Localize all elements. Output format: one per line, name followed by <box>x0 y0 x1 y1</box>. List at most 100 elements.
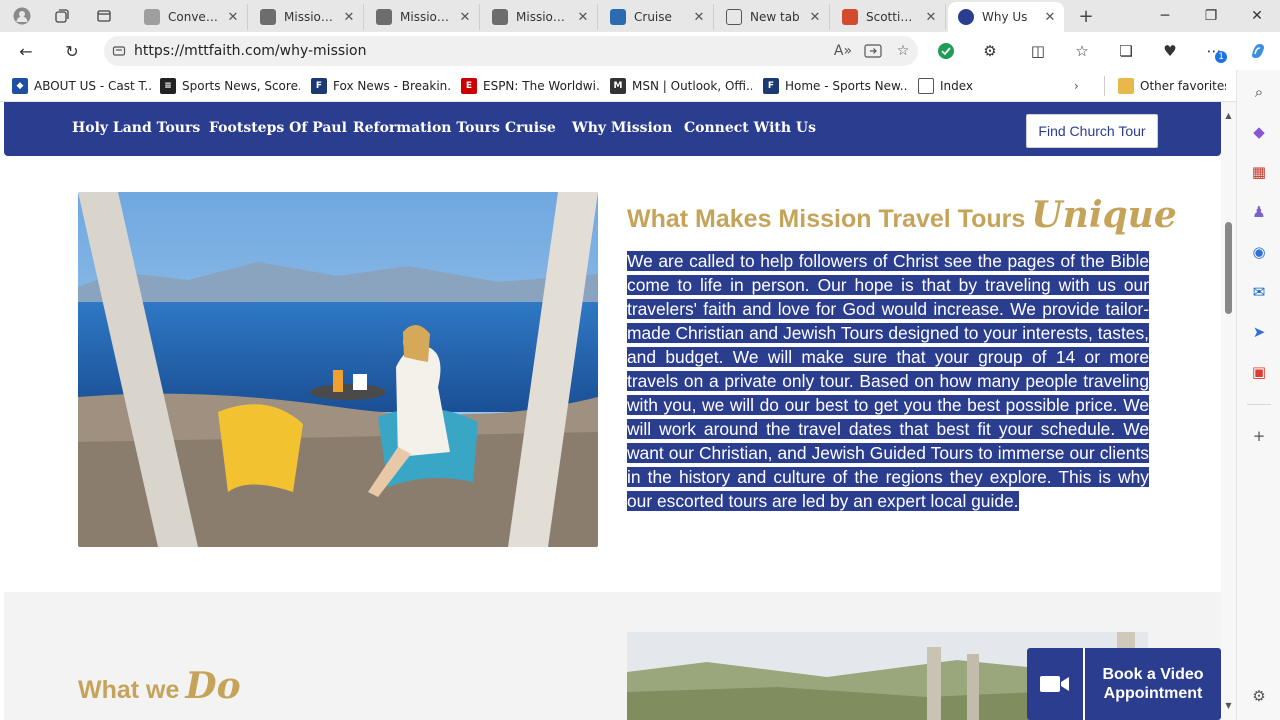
tab-scottie[interactable]: Scottie Sc ✕ <box>832 4 946 30</box>
close-tab-icon[interactable]: ✕ <box>225 9 241 25</box>
tab-new-tab[interactable]: New tab ✕ <box>716 4 830 30</box>
scrollbar-thumb[interactable] <box>1225 222 1232 314</box>
favorite-about-us[interactable]: ◆ ABOUT US - Cast T... <box>12 76 152 96</box>
tab-title: Cruise <box>634 10 672 24</box>
favorite-label: ESPN: The Worldwi... <box>483 79 601 93</box>
favorite-msn[interactable]: M MSN | Outlook, Offi... <box>610 76 752 96</box>
nav-footsteps-of-paul[interactable]: Footsteps Of Paul <box>209 120 347 136</box>
games-icon[interactable]: ♟ <box>1245 198 1273 226</box>
favorite-label: Sports News, Score... <box>182 79 300 93</box>
video-camera-icon <box>1027 648 1085 720</box>
microsoft-365-icon[interactable]: ◉ <box>1245 238 1273 266</box>
favorite-favicon-icon: F <box>763 78 779 94</box>
collections-icon[interactable]: ❏ <box>1112 37 1140 65</box>
tab-favicon-icon <box>610 9 626 25</box>
new-tab-button[interactable]: + <box>1072 4 1100 28</box>
close-window-icon[interactable]: ✕ <box>1234 0 1280 32</box>
quick-assist-icon[interactable]: ▣ <box>1245 358 1273 386</box>
tab-title: Mission Tra <box>400 10 453 24</box>
restore-icon[interactable]: ❐ <box>1188 0 1234 32</box>
nav-holy-land-tours[interactable]: Holy Land Tours <box>72 120 200 136</box>
favorite-index[interactable]: Index <box>918 76 988 96</box>
edge-sidebar: ⌕ ◆ ▦ ♟ ◉ ✉ ➤ ▣ + ⚙ <box>1236 70 1280 720</box>
tab-favicon-icon <box>958 9 974 25</box>
hero-image <box>78 192 598 547</box>
favorite-favicon-icon: M <box>610 78 626 94</box>
book-video-appointment-button[interactable]: Book a Video Appointment <box>1027 648 1221 720</box>
immersive-reader-icon[interactable] <box>858 38 888 64</box>
search-icon[interactable]: ⌕ <box>1245 78 1273 106</box>
favorite-label: Fox News - Breakin... <box>333 79 451 93</box>
find-church-tour-button[interactable]: Find Church Tour <box>1026 114 1158 148</box>
favorite-sports-news[interactable]: ≡ Sports News, Score... <box>160 76 300 96</box>
profile-icon[interactable] <box>8 4 36 28</box>
headline-script-word: Unique <box>1031 194 1177 236</box>
tab-actions-icon[interactable] <box>90 4 118 28</box>
tab-mission-travel-2[interactable]: Mission Tra ✕ <box>366 4 480 30</box>
tab-title: Scottie Sc <box>866 10 919 24</box>
address-bar[interactable]: https://mttfaith.com/why-mission A» ☆ <box>104 36 918 66</box>
nav-connect-with-us[interactable]: Connect With Us <box>684 120 816 136</box>
tab-title: Mission Tra <box>516 10 571 24</box>
outlook-icon[interactable]: ✉ <box>1245 278 1273 306</box>
tab-mission-travel-1[interactable]: Mission Tra ✕ <box>250 4 364 30</box>
favorite-fox-news[interactable]: F Fox News - Breakin... <box>311 76 451 96</box>
tab-title: Conventions <box>168 10 221 24</box>
favorites-overflow-chevron-icon[interactable]: › <box>1074 76 1090 96</box>
extensions-icon[interactable]: ⚙ <box>976 37 1004 65</box>
page-scrollbar[interactable]: ▲ ▼ <box>1221 102 1236 720</box>
nav-cruise[interactable]: Cruise <box>505 120 556 136</box>
settings-more-icon[interactable]: ⋯ 1 <box>1200 37 1228 65</box>
close-tab-icon[interactable]: ✕ <box>807 9 823 25</box>
shopping-icon[interactable]: ◆ <box>1245 118 1273 146</box>
url-text[interactable]: https://mttfaith.com/why-mission <box>134 43 828 59</box>
copilot-icon[interactable] <box>1244 37 1272 65</box>
other-favorites-label: Other favorites <box>1140 79 1226 93</box>
favorite-espn[interactable]: E ESPN: The Worldwi... <box>461 76 601 96</box>
book-video-appointment-label: Book a Video Appointment <box>1102 666 1204 702</box>
tab-title: Mission Tra <box>284 10 337 24</box>
page-viewport: Holy Land Tours Footsteps Of Paul Reform… <box>0 102 1221 720</box>
favorite-label: Index <box>940 79 974 93</box>
add-sidebar-app-icon[interactable]: + <box>1245 422 1273 450</box>
tab-why-us-active[interactable]: Why Us ✕ <box>948 2 1064 32</box>
favorite-label: ABOUT US - Cast T... <box>34 79 152 93</box>
add-favorite-icon[interactable]: ☆ <box>888 38 918 64</box>
favorites-bar: ◆ ABOUT US - Cast T... ≡ Sports News, Sc… <box>0 70 1280 102</box>
favorites-icon[interactable]: ☆ <box>1068 37 1096 65</box>
scroll-down-icon[interactable]: ▼ <box>1223 700 1234 711</box>
nav-reformation-tours[interactable]: Reformation Tours <box>353 120 500 136</box>
tab-title: New tab <box>750 10 800 24</box>
nav-why-mission[interactable]: Why Mission <box>572 120 672 136</box>
split-screen-icon[interactable]: ◫ <box>1024 37 1052 65</box>
close-tab-icon[interactable]: ✕ <box>457 9 473 25</box>
close-tab-icon[interactable]: ✕ <box>1042 9 1058 25</box>
section2-script-word: Do <box>185 665 241 707</box>
tools-icon[interactable]: ▦ <box>1245 158 1273 186</box>
tab-favicon-icon <box>842 9 858 25</box>
browser-essentials-icon[interactable] <box>932 37 960 65</box>
tab-cruise[interactable]: Cruise ✕ <box>600 4 714 30</box>
favorite-home-sports[interactable]: F Home - Sports New... <box>763 76 908 96</box>
back-icon[interactable]: ← <box>12 37 40 65</box>
section2-title-text: What we <box>78 676 180 704</box>
drop-icon[interactable]: ➤ <box>1245 318 1273 346</box>
tab-conventions[interactable]: Conventions ✕ <box>134 4 248 30</box>
scroll-up-icon[interactable]: ▲ <box>1223 110 1234 121</box>
section-headline: What Makes Mission Travel Tours Unique <box>627 194 1177 236</box>
close-tab-icon[interactable]: ✕ <box>575 9 591 25</box>
workspaces-icon[interactable] <box>48 4 76 28</box>
browser-toolbar: ← ↻ https://mttfaith.com/why-mission A» … <box>0 32 1280 70</box>
close-tab-icon[interactable]: ✕ <box>691 9 707 25</box>
tab-strip: Conventions ✕ Mission Tra ✕ Mission Tra … <box>0 0 1280 32</box>
performance-icon[interactable]: ♥ <box>1156 37 1184 65</box>
read-aloud-icon[interactable]: A» <box>828 38 858 64</box>
tab-mission-travel-3[interactable]: Mission Tra ✕ <box>482 4 598 30</box>
close-tab-icon[interactable]: ✕ <box>923 9 939 25</box>
close-tab-icon[interactable]: ✕ <box>341 9 357 25</box>
other-favorites[interactable]: Other favorites <box>1118 76 1226 96</box>
refresh-icon[interactable]: ↻ <box>58 37 86 65</box>
sidebar-settings-icon[interactable]: ⚙ <box>1245 682 1273 710</box>
minimize-icon[interactable]: ─ <box>1142 0 1188 32</box>
site-info-icon[interactable] <box>104 44 134 58</box>
